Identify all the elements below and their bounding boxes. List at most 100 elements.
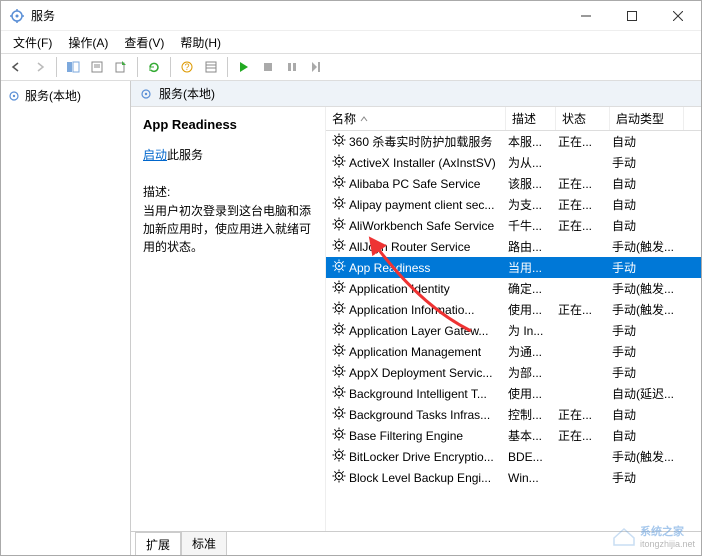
house-icon xyxy=(612,526,636,546)
cell-name: Background Tasks Infras... xyxy=(328,406,504,423)
cell-start: 自动 xyxy=(608,196,682,213)
gear-icon xyxy=(332,301,349,318)
stop-service-button[interactable] xyxy=(257,56,279,78)
service-row[interactable]: Application Informatio...使用...正在...手动(触发… xyxy=(326,299,701,320)
service-row[interactable]: Background Intelligent T...使用...自动(延迟... xyxy=(326,383,701,404)
service-row[interactable]: Application Identity确定...手动(触发... xyxy=(326,278,701,299)
watermark: 系统之家 itongzhijia.net xyxy=(612,523,695,549)
list-pane: 名称 描述 状态 启动类型 360 杀毒实时防护加载服务本服...正在...自动… xyxy=(326,107,701,531)
cell-desc: 为部... xyxy=(504,364,554,381)
service-row[interactable]: Alibaba PC Safe Service该服...正在...自动 xyxy=(326,173,701,194)
restart-service-button[interactable] xyxy=(305,56,327,78)
cell-desc: BDE... xyxy=(504,450,554,464)
service-row[interactable]: AliWorkbench Safe Service千牛...正在...自动 xyxy=(326,215,701,236)
app-icon xyxy=(9,8,25,24)
tree-root-node[interactable]: 服务(本地) xyxy=(5,85,126,106)
service-row[interactable]: App Readiness当用...手动 xyxy=(326,257,701,278)
gear-icon xyxy=(332,217,349,234)
start-service-button[interactable] xyxy=(233,56,255,78)
service-name: BitLocker Drive Encryptio... xyxy=(349,450,494,464)
service-row[interactable]: 360 杀毒实时防护加载服务本服...正在...自动 xyxy=(326,131,701,152)
cell-status: 正在... xyxy=(554,301,608,318)
cell-name: Block Level Backup Engi... xyxy=(328,469,504,486)
col-name[interactable]: 名称 xyxy=(326,107,506,130)
maximize-button[interactable] xyxy=(609,1,655,31)
cell-desc: 为支... xyxy=(504,196,554,213)
menu-help[interactable]: 帮助(H) xyxy=(172,32,229,53)
service-row[interactable]: Background Tasks Infras...控制...正在...自动 xyxy=(326,404,701,425)
cell-start: 手动(触发... xyxy=(608,301,682,318)
cell-desc: 路由... xyxy=(504,238,554,255)
export-button[interactable] xyxy=(110,56,132,78)
service-name: Application Layer Gatew... xyxy=(349,324,488,338)
col-desc[interactable]: 描述 xyxy=(506,107,556,130)
refresh-button[interactable] xyxy=(143,56,165,78)
cell-start: 自动 xyxy=(608,217,682,234)
service-name: Application Management xyxy=(349,345,481,359)
cell-start: 手动 xyxy=(608,343,682,360)
service-row[interactable]: Block Level Backup Engi...Win...手动 xyxy=(326,467,701,488)
service-row[interactable]: AllJoyn Router Service路由...手动(触发... xyxy=(326,236,701,257)
service-row[interactable]: Base Filtering Engine基本...正在...自动 xyxy=(326,425,701,446)
menu-view[interactable]: 查看(V) xyxy=(116,32,172,53)
cell-name: 360 杀毒实时防护加载服务 xyxy=(328,133,504,150)
sort-asc-icon xyxy=(360,115,368,123)
gear-icon xyxy=(332,364,349,381)
cell-start: 自动(延迟... xyxy=(608,385,682,402)
forward-button[interactable] xyxy=(29,56,51,78)
gear-icon xyxy=(332,385,349,402)
col-status[interactable]: 状态 xyxy=(556,107,610,130)
gear-icon xyxy=(332,427,349,444)
tab-standard[interactable]: 标准 xyxy=(181,531,227,555)
cell-start: 手动(触发... xyxy=(608,448,682,465)
show-hide-tree-button[interactable] xyxy=(62,56,84,78)
cell-name: Background Intelligent T... xyxy=(328,385,504,402)
cell-name: Application Informatio... xyxy=(328,301,504,318)
toolbar-separator xyxy=(56,57,57,77)
service-name: Block Level Backup Engi... xyxy=(349,471,491,485)
toolbar: ? xyxy=(1,53,701,81)
service-name: 360 杀毒实时防护加载服务 xyxy=(349,133,492,150)
menu-action[interactable]: 操作(A) xyxy=(60,32,116,53)
cell-desc: 本服... xyxy=(504,133,554,150)
service-row[interactable]: BitLocker Drive Encryptio... BDE... 手动(触发.… xyxy=(326,446,701,467)
cell-start: 自动 xyxy=(608,175,682,192)
cell-desc: 当用... xyxy=(504,259,554,276)
help-button[interactable]: ? xyxy=(176,56,198,78)
back-button[interactable] xyxy=(5,56,27,78)
service-row[interactable]: Application Layer Gatew...为 In...手动 xyxy=(326,320,701,341)
tab-extended[interactable]: 扩展 xyxy=(135,532,181,555)
cell-name: Application Management xyxy=(328,343,504,360)
service-list[interactable]: 360 杀毒实时防护加载服务本服...正在...自动ActiveX Instal… xyxy=(326,131,701,531)
col-start[interactable]: 启动类型 xyxy=(610,107,684,130)
gear-icon xyxy=(139,87,153,101)
right-pane: 服务(本地) App Readiness 启动此服务 描述: 当用户初次登录到这… xyxy=(131,81,701,555)
menu-file[interactable]: 文件(F) xyxy=(5,32,60,53)
service-row[interactable]: Application Management为通...手动 xyxy=(326,341,701,362)
cell-desc: 千牛... xyxy=(504,217,554,234)
cell-name: Application Layer Gatew... xyxy=(328,322,504,339)
service-row[interactable]: Alipay payment client sec...为支...正在...自动 xyxy=(326,194,701,215)
cell-desc: 使用... xyxy=(504,301,554,318)
properties-button[interactable] xyxy=(86,56,108,78)
service-name: App Readiness xyxy=(349,261,430,275)
menubar: 文件(F) 操作(A) 查看(V) 帮助(H) xyxy=(1,31,701,53)
gear-icon xyxy=(332,406,349,423)
right-title: 服务(本地) xyxy=(159,85,215,102)
minimize-button[interactable] xyxy=(563,1,609,31)
cell-status: 正在... xyxy=(554,133,608,150)
close-button[interactable] xyxy=(655,1,701,31)
service-row[interactable]: AppX Deployment Servic...为部...手动 xyxy=(326,362,701,383)
cell-status: 正在... xyxy=(554,406,608,423)
gear-icon xyxy=(332,259,349,276)
pause-service-button[interactable] xyxy=(281,56,303,78)
detail-pane: App Readiness 启动此服务 描述: 当用户初次登录到这台电脑和添加新… xyxy=(131,107,326,531)
selected-service-name: App Readiness xyxy=(143,117,313,132)
service-name: AllJoyn Router Service xyxy=(349,240,470,254)
cell-name: AppX Deployment Servic... xyxy=(328,364,504,381)
start-service-link[interactable]: 启动 xyxy=(143,148,167,162)
cell-status: 正在... xyxy=(554,175,608,192)
list-view-button[interactable] xyxy=(200,56,222,78)
gear-icon xyxy=(332,448,349,465)
service-row[interactable]: ActiveX Installer (AxInstSV)为从...手动 xyxy=(326,152,701,173)
